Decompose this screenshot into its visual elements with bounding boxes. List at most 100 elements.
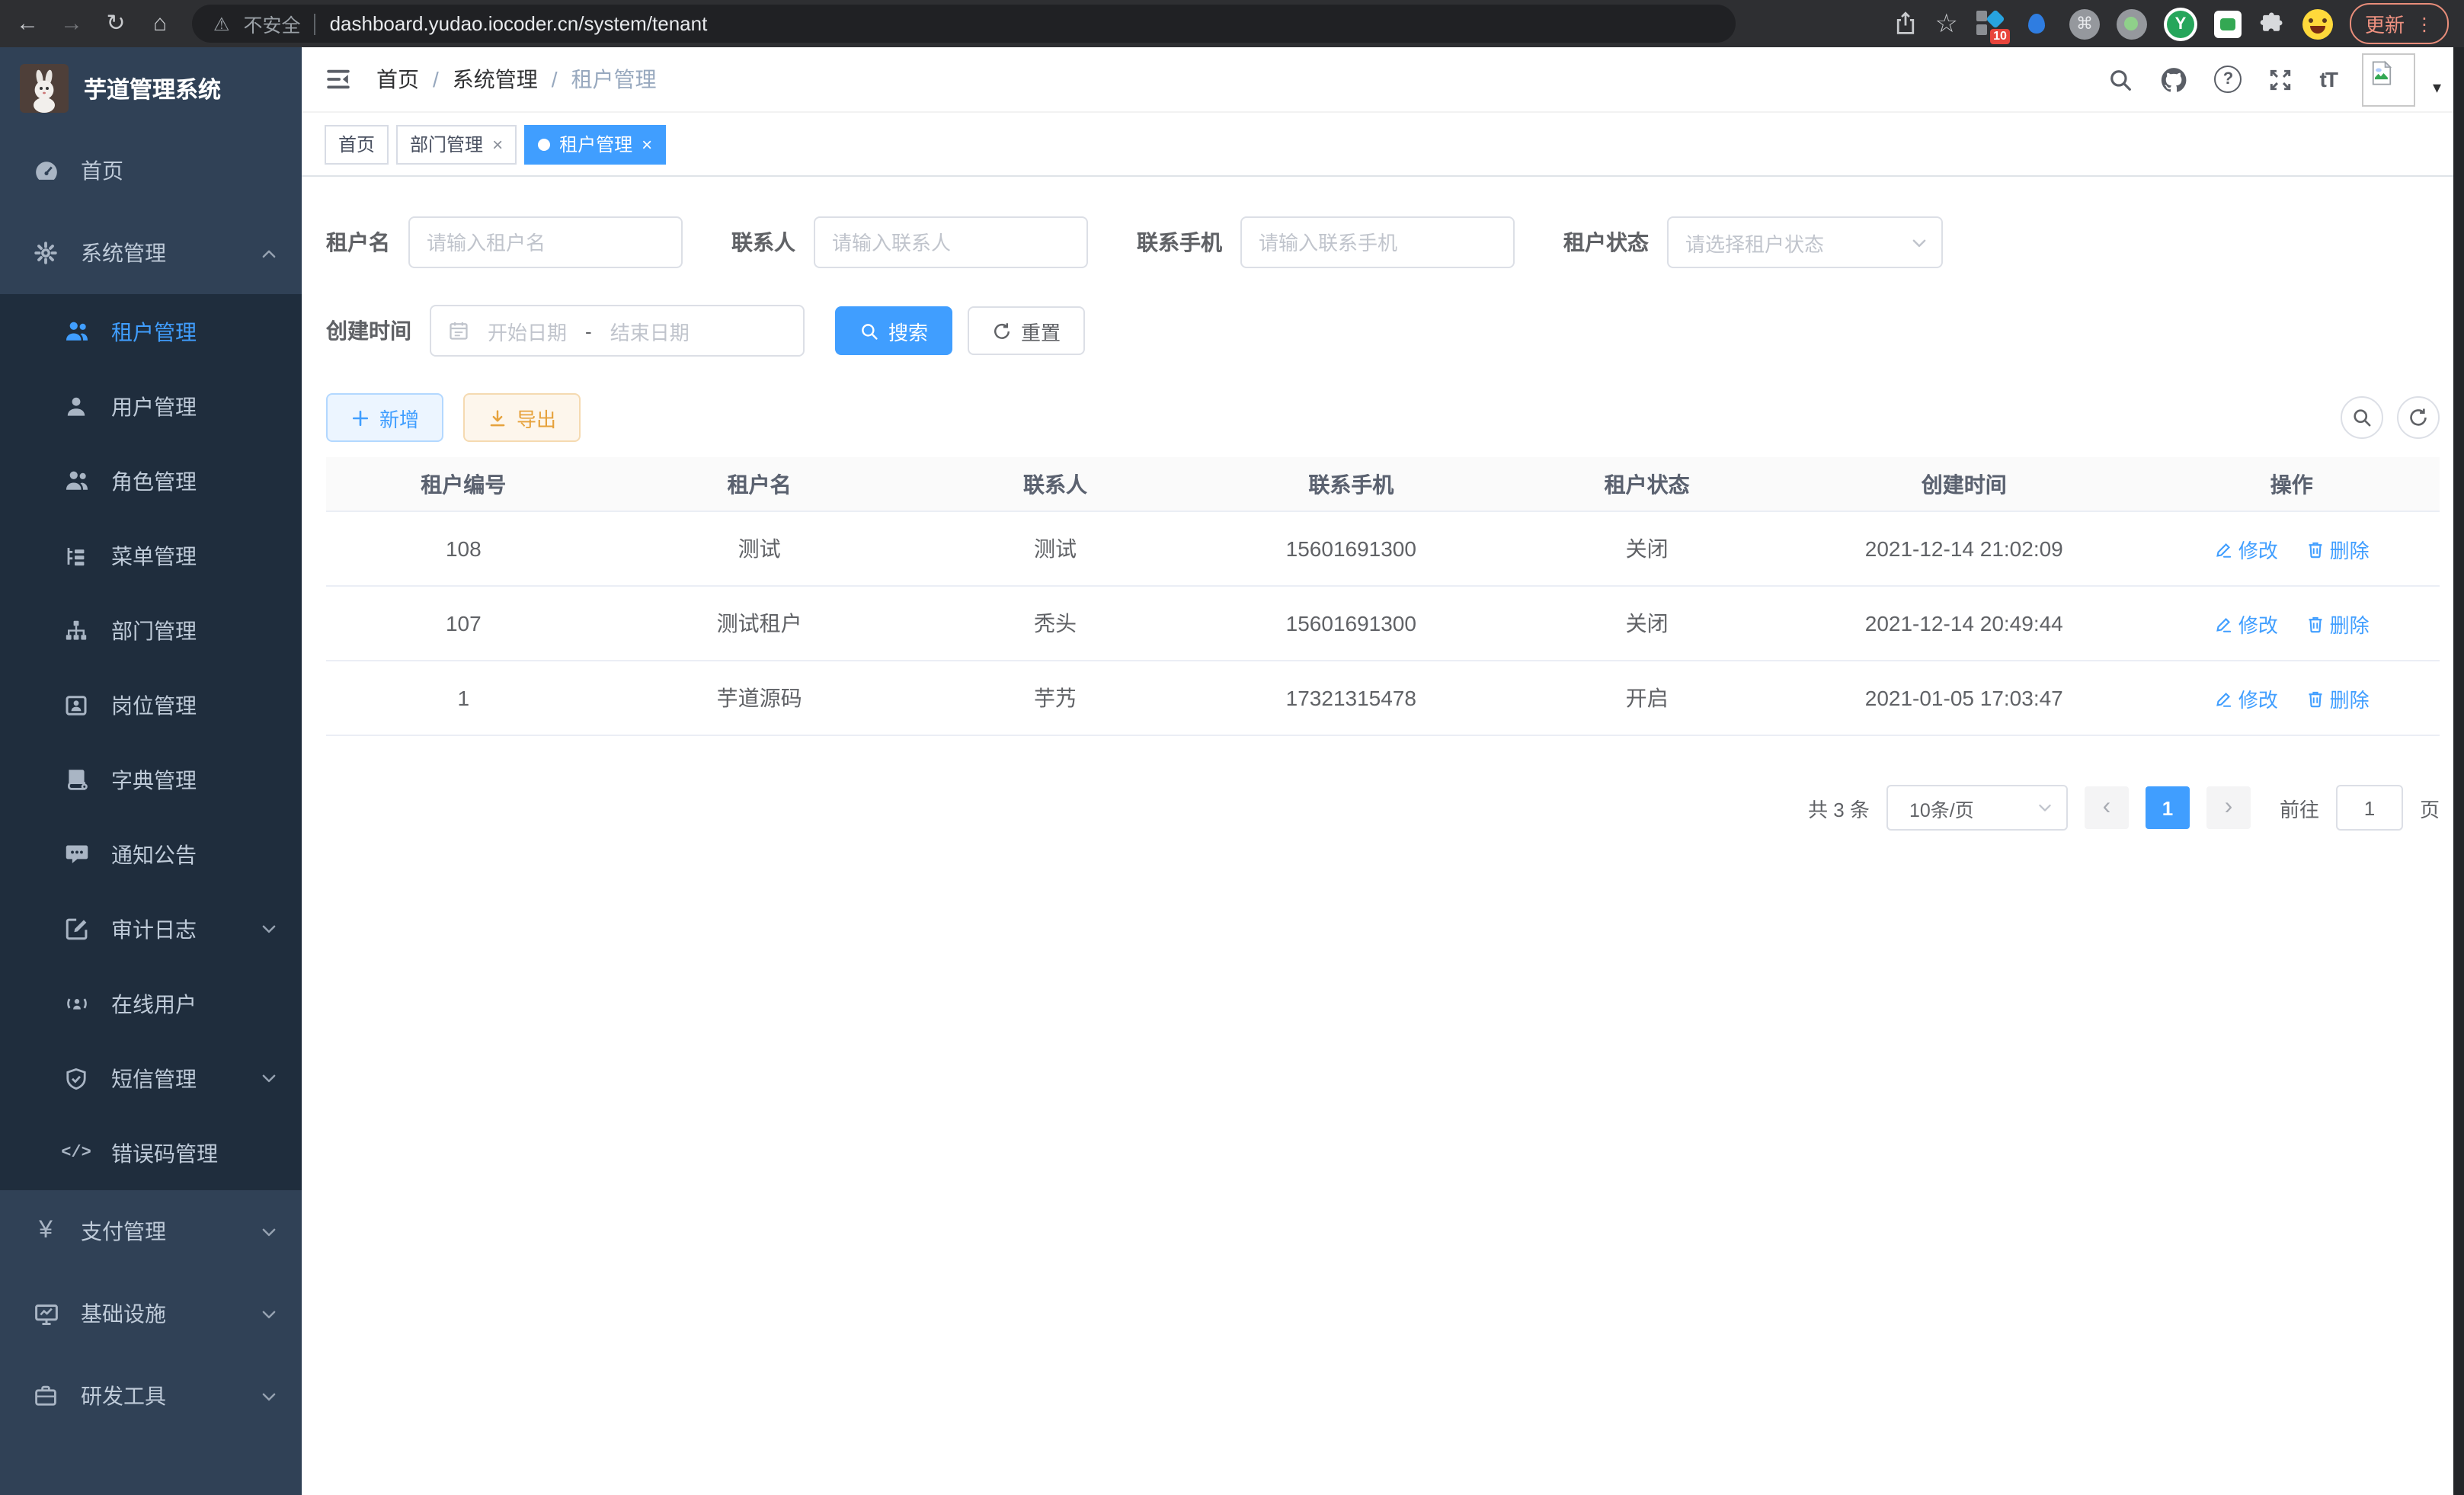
sidebar-item-infrastructure[interactable]: 基础设施 [0, 1273, 302, 1355]
refresh-table-button[interactable] [2397, 396, 2440, 439]
search-button[interactable]: 搜索 [835, 306, 952, 355]
filter-create-time: 创建时间 开始日期 - 结束日期 [326, 305, 805, 357]
sidebar-item-label: 研发工具 [81, 1381, 166, 1411]
delete-link[interactable]: 删除 [2306, 534, 2370, 563]
app-logo-row[interactable]: 芋道管理系统 [0, 47, 302, 130]
home-icon[interactable]: ⌂ [148, 12, 172, 35]
sidebar-item-system[interactable]: 系统管理 [0, 212, 302, 294]
sidebar-collapse-icon[interactable] [325, 66, 352, 93]
kebab-menu-icon[interactable]: ⋮ [2415, 13, 2434, 34]
contact-input[interactable] [814, 216, 1088, 268]
extension-icon-6[interactable] [2214, 10, 2242, 37]
security-warning-icon: ⚠ [213, 13, 230, 34]
page-size-select[interactable]: 10条/页 [1886, 785, 2068, 831]
breadcrumb: 首页 / 系统管理 / 租户管理 [376, 64, 657, 94]
caret-down-icon[interactable]: ▾ [2433, 77, 2441, 97]
export-button[interactable]: 导出 [463, 393, 581, 442]
add-button[interactable]: 新增 [326, 393, 443, 442]
edit-link[interactable]: 修改 [2214, 683, 2278, 712]
prev-page-button[interactable]: ‹ [2085, 786, 2129, 829]
extension-icon-1[interactable]: 10 [1975, 8, 2005, 39]
extension-icon-3[interactable]: ⌘ [2069, 8, 2100, 39]
back-icon[interactable]: ← [15, 12, 40, 35]
sidebar-item-user[interactable]: 用户管理 [0, 369, 302, 443]
message-bubble-icon [61, 841, 91, 867]
app-title: 芋道管理系统 [84, 72, 221, 104]
breadcrumb-home[interactable]: 首页 [376, 64, 419, 94]
breadcrumb-separator: / [552, 67, 558, 91]
close-icon[interactable]: × [642, 135, 652, 153]
cell-created: 2021-12-14 20:49:44 [1784, 586, 2144, 661]
status-select-placeholder: 请选择租户状态 [1685, 228, 1824, 257]
extension-icon-5[interactable]: Y [2164, 7, 2197, 40]
table-row[interactable]: 107 测试租户 秃头 15601691300 关闭 2021-12-14 20… [326, 586, 2440, 661]
sidebar-item-tenant[interactable]: 租户管理 [0, 294, 302, 369]
sidebar-item-dict[interactable]: 字典管理 [0, 742, 302, 817]
sidebar-item-sms[interactable]: 短信管理 [0, 1041, 302, 1116]
date-range-picker[interactable]: 开始日期 - 结束日期 [430, 305, 805, 357]
sidebar-item-error-code[interactable]: </> 错误码管理 [0, 1116, 302, 1190]
page-number-1[interactable]: 1 [2146, 786, 2190, 829]
sidebar-item-devtools[interactable]: 研发工具 [0, 1355, 302, 1437]
trash-icon [2306, 613, 2325, 633]
main-area: 首页 / 系统管理 / 租户管理 ? tT ▾ [302, 47, 2464, 1495]
share-icon[interactable] [1892, 11, 1918, 37]
breadcrumb-system[interactable]: 系统管理 [453, 64, 538, 94]
fullscreen-icon[interactable] [2268, 66, 2294, 92]
profile-avatar-icon[interactable] [2302, 8, 2333, 39]
extensions-puzzle-icon[interactable] [2258, 10, 2286, 37]
page-size-label: 10条/页 [1909, 793, 1974, 822]
tab-tenant[interactable]: 租户管理 × [524, 124, 666, 164]
extension-icon-4[interactable] [2117, 8, 2147, 39]
sidebar-item-label: 通知公告 [111, 839, 197, 869]
table-row[interactable]: 1 芋道源码 芋艿 17321315478 开启 2021-01-05 17:0… [326, 661, 2440, 735]
delete-link[interactable]: 删除 [2306, 609, 2370, 638]
table-row[interactable]: 108 测试 测试 15601691300 关闭 2021-12-14 21:0… [326, 511, 2440, 586]
address-bar[interactable]: ⚠ 不安全 dashboard.yudao.iocoder.cn/system/… [192, 5, 1736, 43]
delete-link[interactable]: 删除 [2306, 683, 2370, 712]
help-icon[interactable]: ? [2215, 66, 2242, 93]
calendar-icon [448, 320, 469, 341]
reload-icon[interactable]: ↻ [104, 12, 128, 35]
sidebar-item-dept[interactable]: 部门管理 [0, 593, 302, 667]
toggle-search-button[interactable] [2341, 396, 2383, 439]
reset-button[interactable]: 重置 [968, 306, 1085, 355]
font-size-icon[interactable]: tT [2320, 67, 2337, 91]
edit-link[interactable]: 修改 [2214, 609, 2278, 638]
tenant-name-input[interactable] [408, 216, 683, 268]
user-icon [61, 394, 91, 418]
extension-badge: 10 [1990, 28, 2010, 43]
sidebar-item-label: 租户管理 [111, 316, 197, 347]
forward-icon[interactable]: → [59, 12, 84, 35]
sidebar-item-post[interactable]: 岗位管理 [0, 667, 302, 742]
url-text[interactable]: dashboard.yudao.iocoder.cn/system/tenant [330, 12, 708, 35]
search-icon[interactable] [2108, 66, 2134, 92]
sidebar-item-home[interactable]: 首页 [0, 130, 302, 212]
sidebar-item-audit-log[interactable]: 审计日志 [0, 892, 302, 966]
sidebar-item-menu[interactable]: 菜单管理 [0, 518, 302, 593]
create-time-label: 创建时间 [326, 315, 411, 346]
goto-page-input[interactable] [2336, 785, 2403, 831]
sidebar-item-payment[interactable]: ¥ 支付管理 [0, 1190, 302, 1273]
next-page-button[interactable]: › [2206, 786, 2251, 829]
sidebar-item-online-user[interactable]: 在线用户 [0, 966, 302, 1041]
tab-dept[interactable]: 部门管理 × [396, 124, 517, 164]
avatar[interactable] [2363, 53, 2416, 106]
chrome-update-button[interactable]: 更新 ⋮ [2350, 3, 2449, 44]
sidebar-item-label: 错误码管理 [111, 1138, 218, 1168]
status-select[interactable]: 请选择租户状态 [1667, 216, 1943, 268]
tab-label: 租户管理 [559, 131, 632, 157]
extension-icon-2[interactable] [2022, 8, 2053, 39]
bookmark-star-icon[interactable]: ☆ [1934, 11, 1958, 37]
sidebar-item-notice[interactable]: 通知公告 [0, 817, 302, 892]
close-icon[interactable]: × [492, 135, 503, 153]
phone-input[interactable] [1240, 216, 1515, 268]
tab-home[interactable]: 首页 [325, 124, 389, 164]
cell-tenant-id: 1 [326, 661, 601, 735]
github-icon[interactable] [2160, 65, 2189, 94]
page-scrollbar[interactable] [2453, 47, 2464, 1495]
contact-label: 联系人 [731, 227, 795, 258]
sidebar-item-role[interactable]: 角色管理 [0, 443, 302, 518]
edit-link[interactable]: 修改 [2214, 534, 2278, 563]
security-label[interactable]: 不安全 [244, 9, 301, 38]
